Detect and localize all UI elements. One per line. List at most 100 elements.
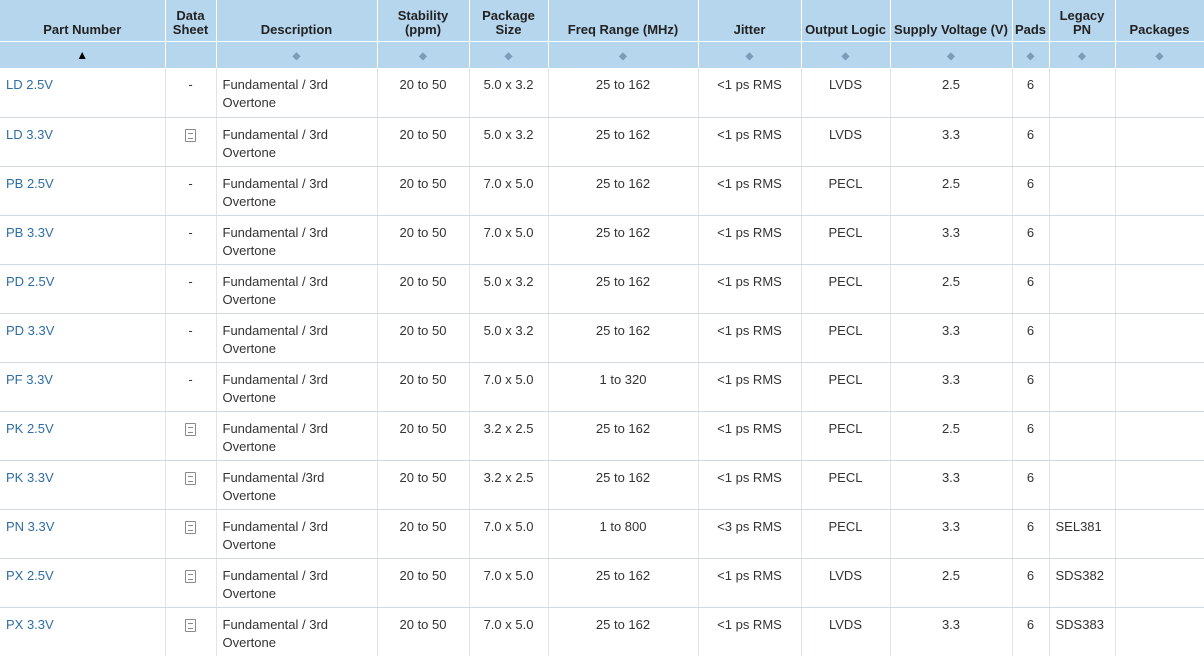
col-header-pads[interactable]: Pads: [1012, 0, 1050, 42]
package-size-cell: 3.2 x 2.5: [469, 411, 549, 461]
stability-cell: 20 to 50: [377, 215, 470, 265]
package-size-cell: 7.0 x 5.0: [469, 362, 549, 412]
table-row: LD 2.5V - Fundamental / 3rd Overtone 20 …: [0, 68, 1204, 118]
output-logic-cell: PECL: [801, 313, 891, 363]
package-size-cell: 7.0 x 5.0: [469, 558, 549, 608]
pads-cell: 6: [1012, 313, 1050, 363]
freq-range-cell: 25 to 162: [548, 264, 699, 314]
sort-icon[interactable]: ◆: [619, 51, 627, 62]
pdf-icon[interactable]: [185, 128, 196, 142]
stability-cell: 20 to 50: [377, 607, 470, 656]
table-row: PK 2.5V Fundamental / 3rd Overtone 20 to…: [0, 411, 1204, 461]
freq-range-cell: 1 to 320: [548, 362, 699, 412]
legacy-pn-cell: SDS383: [1049, 607, 1116, 656]
description-cell: Fundamental / 3rd Overtone: [216, 362, 378, 412]
package-size-cell: 7.0 x 5.0: [469, 166, 549, 216]
sort-icon[interactable]: ◆: [1027, 51, 1035, 62]
data-sheet-cell: -: [165, 166, 217, 216]
sort-icon[interactable]: ◆: [842, 51, 850, 62]
legacy-pn-cell: [1049, 117, 1116, 167]
col-header-packages[interactable]: Packages: [1115, 0, 1204, 42]
supply-voltage-cell: 3.3: [890, 607, 1013, 656]
part-number-link[interactable]: PD 3.3V: [6, 323, 54, 338]
col-header-description[interactable]: Description: [216, 0, 378, 42]
no-datasheet-dash: -: [188, 77, 193, 92]
sort-icon[interactable]: ◆: [947, 51, 955, 62]
supply-voltage-cell: 3.3: [890, 215, 1013, 265]
sort-icon[interactable]: ◆: [746, 51, 754, 62]
part-number-link[interactable]: PD 2.5V: [6, 274, 54, 289]
supply-voltage-cell: 3.3: [890, 460, 1013, 510]
header-row: Part Number Data Sheet Description Stabi…: [0, 0, 1204, 42]
part-number-cell: PK 3.3V: [0, 460, 166, 510]
freq-range-cell: 25 to 162: [548, 558, 699, 608]
pdf-icon[interactable]: [185, 618, 196, 632]
stability-cell: 20 to 50: [377, 411, 470, 461]
sort-icon[interactable]: ◆: [1078, 51, 1086, 62]
packages-cell: [1115, 460, 1204, 510]
jitter-cell: <1 ps RMS: [698, 68, 802, 118]
legacy-pn-cell: [1049, 362, 1116, 412]
part-number-link[interactable]: PX 2.5V: [6, 568, 54, 583]
description-cell: Fundamental / 3rd Overtone: [216, 117, 378, 167]
pdf-icon[interactable]: [185, 569, 196, 583]
part-number-link[interactable]: PB 2.5V: [6, 176, 54, 191]
col-header-part-number[interactable]: Part Number: [0, 0, 166, 42]
sort-icon[interactable]: ◆: [419, 51, 427, 62]
sort-ascending-icon[interactable]: ▲: [76, 49, 88, 61]
part-number-link[interactable]: LD 3.3V: [6, 127, 53, 142]
sort-icon[interactable]: ◆: [505, 51, 513, 62]
no-datasheet-dash: -: [188, 224, 193, 240]
data-sheet-cell: -: [165, 362, 217, 412]
part-number-link[interactable]: LD 2.5V: [6, 77, 53, 92]
output-logic-cell: PECL: [801, 264, 891, 314]
pads-cell: 6: [1012, 460, 1050, 510]
description-cell: Fundamental / 3rd Overtone: [216, 558, 378, 608]
no-datasheet-dash: -: [188, 371, 193, 387]
description-cell: Fundamental / 3rd Overtone: [216, 313, 378, 363]
part-number-link[interactable]: PX 3.3V: [6, 617, 54, 632]
col-header-stability[interactable]: Stability (ppm): [377, 0, 470, 42]
sort-icon[interactable]: ◆: [1156, 51, 1164, 62]
part-number-link[interactable]: PF 3.3V: [6, 372, 53, 387]
part-number-link[interactable]: PK 3.3V: [6, 470, 54, 485]
pads-cell: 6: [1012, 68, 1050, 118]
pads-cell: 6: [1012, 509, 1050, 559]
packages-cell: [1115, 166, 1204, 216]
sort-icon[interactable]: ◆: [293, 51, 301, 62]
packages-cell: [1115, 117, 1204, 167]
description-cell: Fundamental / 3rd Overtone: [216, 215, 378, 265]
part-number-link[interactable]: PB 3.3V: [6, 225, 54, 240]
packages-cell: [1115, 264, 1204, 314]
pdf-icon[interactable]: [185, 520, 196, 534]
data-sheet-cell: [165, 460, 217, 510]
products-table: Part Number Data Sheet Description Stabi…: [0, 0, 1204, 656]
pdf-icon[interactable]: [185, 471, 196, 485]
legacy-pn-cell: [1049, 313, 1116, 363]
description-cell: Fundamental / 3rd Overtone: [216, 68, 378, 118]
col-header-supply-voltage[interactable]: Supply Voltage (V): [890, 0, 1013, 42]
col-header-package-size[interactable]: Package Size: [469, 0, 549, 42]
part-number-link[interactable]: PK 2.5V: [6, 421, 54, 436]
freq-range-cell: 25 to 162: [548, 117, 699, 167]
package-size-cell: 7.0 x 5.0: [469, 215, 549, 265]
no-datasheet-dash: -: [188, 322, 193, 338]
jitter-cell: <1 ps RMS: [698, 362, 802, 412]
col-header-freq-range[interactable]: Freq Range (MHz): [548, 0, 699, 42]
freq-range-cell: 25 to 162: [548, 411, 699, 461]
part-number-link[interactable]: PN 3.3V: [6, 519, 54, 534]
data-sheet-cell: [165, 411, 217, 461]
col-header-jitter[interactable]: Jitter: [698, 0, 802, 42]
col-header-output-logic[interactable]: Output Logic: [801, 0, 891, 42]
output-logic-cell: PECL: [801, 215, 891, 265]
freq-range-cell: 25 to 162: [548, 166, 699, 216]
jitter-cell: <1 ps RMS: [698, 558, 802, 608]
supply-voltage-cell: 2.5: [890, 411, 1013, 461]
col-header-data-sheet[interactable]: Data Sheet: [165, 0, 217, 42]
data-sheet-cell: [165, 607, 217, 656]
col-header-legacy-pn[interactable]: Legacy PN: [1049, 0, 1116, 42]
pdf-icon[interactable]: [185, 422, 196, 436]
stability-cell: 20 to 50: [377, 313, 470, 363]
output-logic-cell: PECL: [801, 166, 891, 216]
output-logic-cell: PECL: [801, 509, 891, 559]
